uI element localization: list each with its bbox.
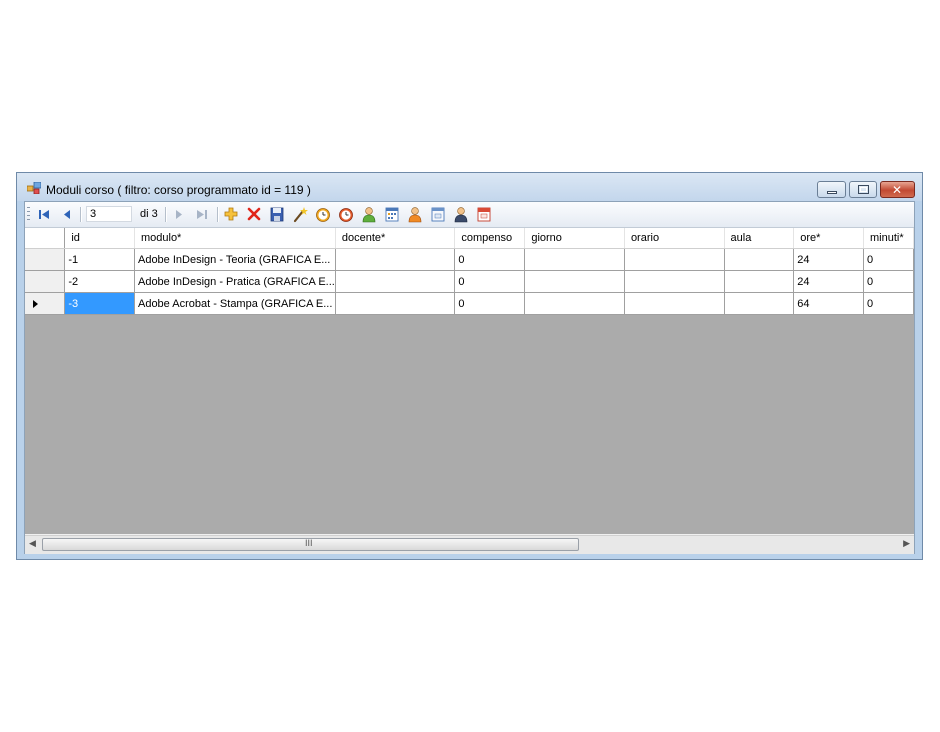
- cell-giorno[interactable]: [524, 292, 625, 315]
- wizard-icon[interactable]: [292, 206, 308, 223]
- table-row-current: -3 Adobe Acrobat - Stampa (GRAFICA E... …: [25, 292, 914, 315]
- cell-orario[interactable]: [624, 292, 725, 315]
- minimize-button[interactable]: [817, 181, 846, 198]
- cell-docente[interactable]: [335, 292, 456, 315]
- maximize-icon: [858, 185, 869, 194]
- calendar-grid-icon[interactable]: [384, 206, 400, 223]
- cell-docente[interactable]: [335, 270, 456, 293]
- toolbar-separator: [165, 207, 167, 222]
- column-header-minuti[interactable]: minuti*: [863, 228, 914, 249]
- column-header-ore[interactable]: ore*: [793, 228, 864, 249]
- toolbar-separator: [217, 207, 219, 222]
- scroll-left-icon[interactable]: ◀: [29, 538, 36, 549]
- app-window-icon: [27, 182, 41, 194]
- cell-aula[interactable]: [724, 248, 795, 271]
- maximize-button[interactable]: [849, 181, 877, 198]
- cell-id[interactable]: -1: [64, 248, 135, 271]
- toolbar-separator: [80, 207, 82, 222]
- clock-icon[interactable]: [315, 206, 331, 223]
- move-last-icon[interactable]: [195, 206, 209, 223]
- minimize-icon: [827, 191, 837, 194]
- cell-aula[interactable]: [724, 292, 795, 315]
- cell-id[interactable]: -2: [64, 270, 135, 293]
- cell-orario[interactable]: [624, 248, 725, 271]
- cell-docente[interactable]: [335, 248, 456, 271]
- column-header-docente[interactable]: docente*: [335, 228, 456, 249]
- data-grid: id modulo* docente* compenso giorno orar…: [25, 228, 914, 315]
- title-bar[interactable]: Moduli corso ( filtro: corso programmato…: [17, 173, 922, 201]
- horizontal-scrollbar[interactable]: ◀ III ▶: [25, 535, 914, 554]
- alarm-clock-icon[interactable]: [338, 206, 354, 223]
- column-header-modulo[interactable]: modulo*: [134, 228, 336, 249]
- cell-giorno[interactable]: [524, 248, 625, 271]
- add-new-icon[interactable]: [223, 206, 239, 223]
- move-previous-icon[interactable]: [61, 206, 73, 223]
- cell-compenso[interactable]: 0: [454, 292, 526, 315]
- cell-minuti[interactable]: 0: [863, 270, 914, 293]
- column-header-aula[interactable]: aula: [724, 228, 795, 249]
- person-dark-icon[interactable]: [453, 206, 469, 223]
- binding-navigator-toolbar: 3 di 3: [25, 202, 914, 228]
- current-row-arrow-icon: [33, 299, 38, 308]
- person-icon[interactable]: [361, 206, 377, 223]
- person-orange-icon[interactable]: [407, 206, 423, 223]
- scroll-right-icon[interactable]: ▶: [903, 538, 910, 549]
- scrollbar-grip: III: [305, 538, 313, 548]
- save-icon[interactable]: [269, 206, 285, 223]
- delete-icon[interactable]: [246, 206, 262, 223]
- cell-modulo[interactable]: Adobe Acrobat - Stampa (GRAFICA E...: [134, 292, 336, 315]
- cell-compenso[interactable]: 0: [454, 248, 526, 271]
- close-icon: ✕: [892, 183, 903, 197]
- window-title: Moduli corso ( filtro: corso programmato…: [46, 183, 311, 197]
- record-count-label: di 3: [140, 208, 158, 220]
- calendar-12-icon[interactable]: [476, 206, 492, 223]
- row-header[interactable]: [25, 248, 66, 271]
- move-next-icon[interactable]: [173, 206, 185, 223]
- window-client-area: 3 di 3 id modulo* docente* compenso gior…: [24, 201, 915, 554]
- app-window: Moduli corso ( filtro: corso programmato…: [16, 172, 923, 560]
- row-header-corner[interactable]: [25, 228, 66, 249]
- toolbar-grip[interactable]: [27, 207, 30, 222]
- move-first-icon[interactable]: [37, 206, 51, 223]
- column-header-id[interactable]: id: [64, 228, 135, 249]
- cell-giorno[interactable]: [524, 270, 625, 293]
- row-header[interactable]: [25, 270, 66, 293]
- scrollbar-thumb[interactable]: III: [42, 538, 579, 551]
- close-button[interactable]: ✕: [880, 181, 915, 198]
- cell-ore[interactable]: 64: [793, 292, 864, 315]
- cell-minuti[interactable]: 0: [863, 292, 914, 315]
- data-grid-view[interactable]: id modulo* docente* compenso giorno orar…: [25, 228, 914, 534]
- cell-orario[interactable]: [624, 270, 725, 293]
- calendar-10-icon[interactable]: [430, 206, 446, 223]
- cell-modulo[interactable]: Adobe InDesign - Teoria (GRAFICA E...: [134, 248, 336, 271]
- cell-ore[interactable]: 24: [793, 270, 864, 293]
- cell-compenso[interactable]: 0: [454, 270, 526, 293]
- table-row: -2 Adobe InDesign - Pratica (GRAFICA E..…: [25, 270, 914, 293]
- column-header-giorno[interactable]: giorno: [524, 228, 625, 249]
- column-header-compenso[interactable]: compenso: [454, 228, 526, 249]
- cell-minuti[interactable]: 0: [863, 248, 914, 271]
- grid-header-row: id modulo* docente* compenso giorno orar…: [25, 228, 914, 249]
- table-row: -1 Adobe InDesign - Teoria (GRAFICA E...…: [25, 248, 914, 271]
- cell-modulo[interactable]: Adobe InDesign - Pratica (GRAFICA E...: [134, 270, 336, 293]
- cell-ore[interactable]: 24: [793, 248, 864, 271]
- cell-aula[interactable]: [724, 270, 795, 293]
- position-input[interactable]: 3: [86, 206, 132, 222]
- column-header-orario[interactable]: orario: [624, 228, 725, 249]
- cell-id-selected[interactable]: -3: [64, 292, 135, 315]
- row-header-current[interactable]: [25, 292, 66, 315]
